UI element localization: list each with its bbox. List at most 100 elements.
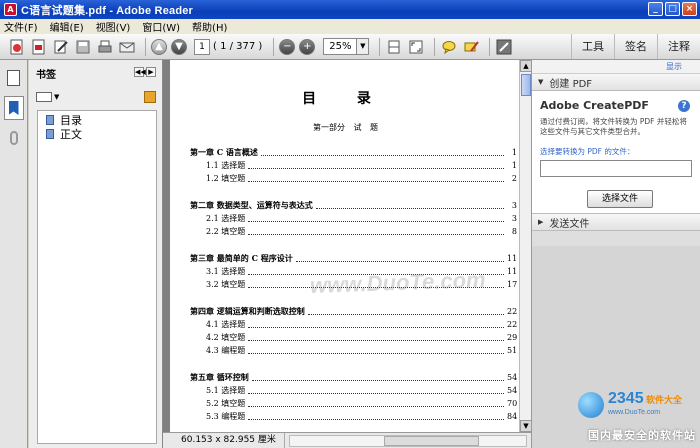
bookmarks-button[interactable] [3,96,24,120]
zoom-select[interactable]: 25% ▼ [323,38,370,55]
fit-page-icon[interactable] [385,38,403,56]
toc-entry[interactable]: 5.1 选择题 54 [190,385,517,396]
chevron-down-icon[interactable]: ▼ [356,39,369,54]
bookmark-icon [8,101,19,115]
convert-icon[interactable] [30,38,48,56]
logo-suffix-2: 大全 [664,396,683,406]
toc-leader [248,322,504,328]
page-number-input[interactable]: 1 [194,38,210,55]
scroll-thumb[interactable] [521,74,531,96]
toc-entry[interactable]: 1.1 选择题 1 [190,160,517,171]
chevron-down-icon[interactable]: ▼ [54,93,59,101]
toc-entry[interactable]: 4.2 填空题 29 [190,332,517,343]
toc-leader [307,309,504,315]
zoom-out-button[interactable]: − [279,38,296,55]
toc-entry[interactable]: 5.2 填空题 70 [190,398,517,409]
toc-page-number: 22 [507,307,518,316]
close-button[interactable]: × [682,2,697,16]
toc-label: 第三章 最简单的 C 程序设计 [190,253,293,263]
toc-page-number: 17 [507,280,518,289]
toc-label: 5.3 编程题 [206,412,246,421]
toc-entry[interactable]: 第五章 循环控制 54 [190,372,517,383]
toc-entry[interactable]: 第三章 最简单的 C 程序设计 11 [190,253,517,264]
tab-comment[interactable]: 注释 [657,34,700,59]
toc-page-number: 8 [511,227,517,236]
toc-entry[interactable]: 4.3 编程题 51 [190,345,517,356]
save-icon[interactable] [74,38,92,56]
site-slogan: 国内最安全的软件站 [588,429,696,442]
toc-leader [248,335,504,341]
tab-sign[interactable]: 签名 [614,34,657,59]
highlight-icon[interactable] [462,38,480,56]
document-view[interactable]: 目 录 第一部分 试 题 第一章 C 语言概述 1 1.1 选择题 1 1.2 填空题 2… [163,60,521,440]
toc-entry[interactable]: 4.1 选择题 22 [190,319,517,330]
toc-entry[interactable]: 第一章 C 语言概述 1 [190,147,517,158]
bookmark-item-toc[interactable]: 目录 [38,113,156,127]
prev-page-button[interactable]: ▲ [151,38,167,55]
send-files-section[interactable]: ▶ 发送文件 [532,214,700,231]
help-icon[interactable]: ? [678,100,690,112]
logo-number: 2345 [608,390,644,408]
toc-label: 第一章 C 语言概述 [190,147,258,157]
menu-help[interactable]: 帮助(H) [192,19,227,34]
toc-page-number: 51 [507,346,518,355]
logo-url: www.DuoTe.com [608,409,661,416]
part-heading: 第一部分 试 题 [312,123,379,132]
menu-file[interactable]: 文件(F) [4,19,38,34]
title-bar: A C语言试题集.pdf - Adobe Reader _ □ × [0,0,700,19]
edit-icon[interactable] [52,38,70,56]
create-pdf-icon[interactable] [8,38,26,56]
toc-entry[interactable]: 第四章 逻辑运算和判断选取控制 22 [190,306,517,317]
pdf-page: 目 录 第一部分 试 题 第一章 C 语言概述 1 1.1 选择题 1 1.2 填空题 2… [170,60,521,440]
adobe-reader-icon: A [4,3,17,16]
toc-leader [260,150,504,156]
toc-page-number: 54 [507,386,518,395]
toolbar-divider [434,37,436,56]
vertical-scrollbar[interactable]: ▲ ▼ [519,60,532,432]
panel-menu-icon[interactable]: ▶ [146,67,156,77]
choose-file-button[interactable]: 选择文件 [587,190,653,208]
bookmark-options-icon[interactable] [36,92,52,102]
bookmark-item-body[interactable]: 正文 [38,127,156,141]
toc-label: 3.2 填空题 [206,280,246,289]
menu-view[interactable]: 视图(V) [96,19,131,34]
page-count: ( 1 / 377 ) [213,41,263,52]
print-icon[interactable] [96,38,114,56]
next-page-button[interactable]: ▼ [171,38,187,55]
page-thumbnails-button[interactable] [4,66,24,90]
new-bookmark-icon[interactable] [144,91,156,103]
select-file-link[interactable]: 选择要转换为 PDF 的文件： [540,146,692,157]
attachments-button[interactable] [4,126,24,150]
toc-page-number: 84 [507,412,518,421]
toc-page-number: 3 [511,214,517,223]
toc-entry[interactable]: 2.1 选择题 3 [190,213,517,224]
toc-entry[interactable]: 2.2 填空题 8 [190,226,517,237]
tab-tools[interactable]: 工具 [571,34,614,59]
bookmarks-header: 书签 ◀◀ ▶ [29,60,162,86]
email-icon[interactable] [118,38,136,56]
toc-leader [248,388,504,394]
maximize-button[interactable]: □ [665,2,680,16]
toc-entry[interactable]: 1.2 填空题 2 [190,173,517,184]
show-link[interactable]: 显示 [532,60,700,74]
toc-entry[interactable]: 第二章 数据类型、运算符与表达式 3 [190,200,517,211]
create-pdf-section[interactable]: ▼ 创建 PDF [532,74,700,91]
comment-icon[interactable] [440,38,458,56]
minimize-button[interactable]: _ [648,2,663,16]
toc-label: 第五章 循环控制 [190,372,249,382]
toc-leader [248,414,504,420]
toc-label: 4.1 选择题 [206,320,246,329]
collapse-panel-icon[interactable]: ◀◀ [134,67,146,77]
page-dimensions: 60.153 x 82.955 厘米 [163,432,285,448]
toc-entry[interactable]: 5.3 编程题 84 [190,411,517,422]
horizontal-scrollbar[interactable] [288,434,527,447]
toc-page-number: 54 [507,373,518,382]
expand-icon[interactable] [495,38,513,56]
full-screen-icon[interactable] [407,38,425,56]
zoom-in-button[interactable]: + [299,38,316,55]
menu-window[interactable]: 窗口(W) [142,19,180,34]
bookmark-label: 正文 [60,128,82,141]
menu-edit[interactable]: 编辑(E) [50,19,84,34]
scroll-thumb[interactable] [384,435,479,446]
file-path-field[interactable] [540,160,692,177]
